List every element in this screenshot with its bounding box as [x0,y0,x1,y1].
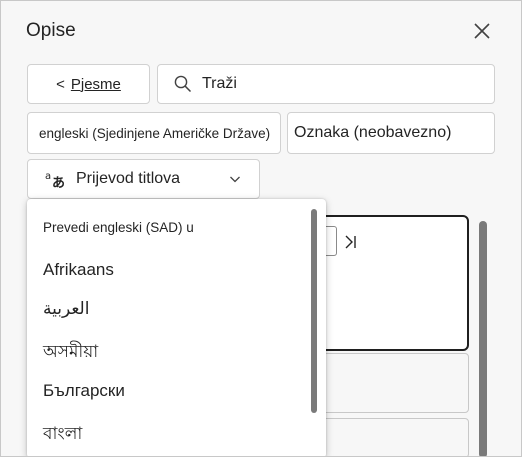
translate-language-menu: Prevedi engleski (SAD) u Afrikaans العرب… [27,199,326,456]
caption-row[interactable] [301,353,469,413]
translate-icon: a あ [45,171,65,189]
menu-item-bangla[interactable]: বাংলা [43,421,82,449]
caption-row[interactable] [301,418,469,456]
svg-text:あ: あ [52,176,65,189]
search-icon [174,75,192,93]
menu-scrollbar[interactable] [311,209,317,413]
back-to-songs-button[interactable]: < Pjesme [27,64,150,104]
menu-header: Prevedi engleski (SAD) u [43,220,194,235]
search-placeholder: Traži [202,75,237,92]
search-input[interactable]: Traži [157,64,495,104]
menu-item-afrikaans[interactable]: Afrikaans [43,260,114,280]
captions-pane: Opise < Pjesme Traži engleski (Sjedinjen… [0,0,522,457]
chevron-down-icon [230,176,240,183]
pane-title: Opise [26,20,76,41]
translate-captions-button[interactable]: a あ Prijevod titlova [27,159,260,199]
menu-item-bulgarian[interactable]: Български [43,381,125,401]
translate-label: Prijevod titlova [76,170,181,187]
back-button-label: Pjesme [70,75,121,93]
close-icon [474,23,490,39]
menu-item-arabic[interactable]: العربية [43,299,89,319]
pane-scrollbar[interactable] [479,221,487,456]
svg-text:a: a [45,171,51,182]
label-placeholder: Oznaka (neobavezno) [294,124,452,141]
menu-item-assamese[interactable]: অসমীয়া [43,339,98,367]
language-select[interactable]: engleski (Sjedinjene Američke Države) [27,112,281,154]
label-input[interactable]: Oznaka (neobavezno) [287,112,495,154]
back-arrow: < [56,75,65,93]
language-value: engleski (Sjedinjene Američke Države) [39,125,271,141]
close-button[interactable] [467,16,497,46]
skip-forward-icon[interactable] [344,234,358,250]
